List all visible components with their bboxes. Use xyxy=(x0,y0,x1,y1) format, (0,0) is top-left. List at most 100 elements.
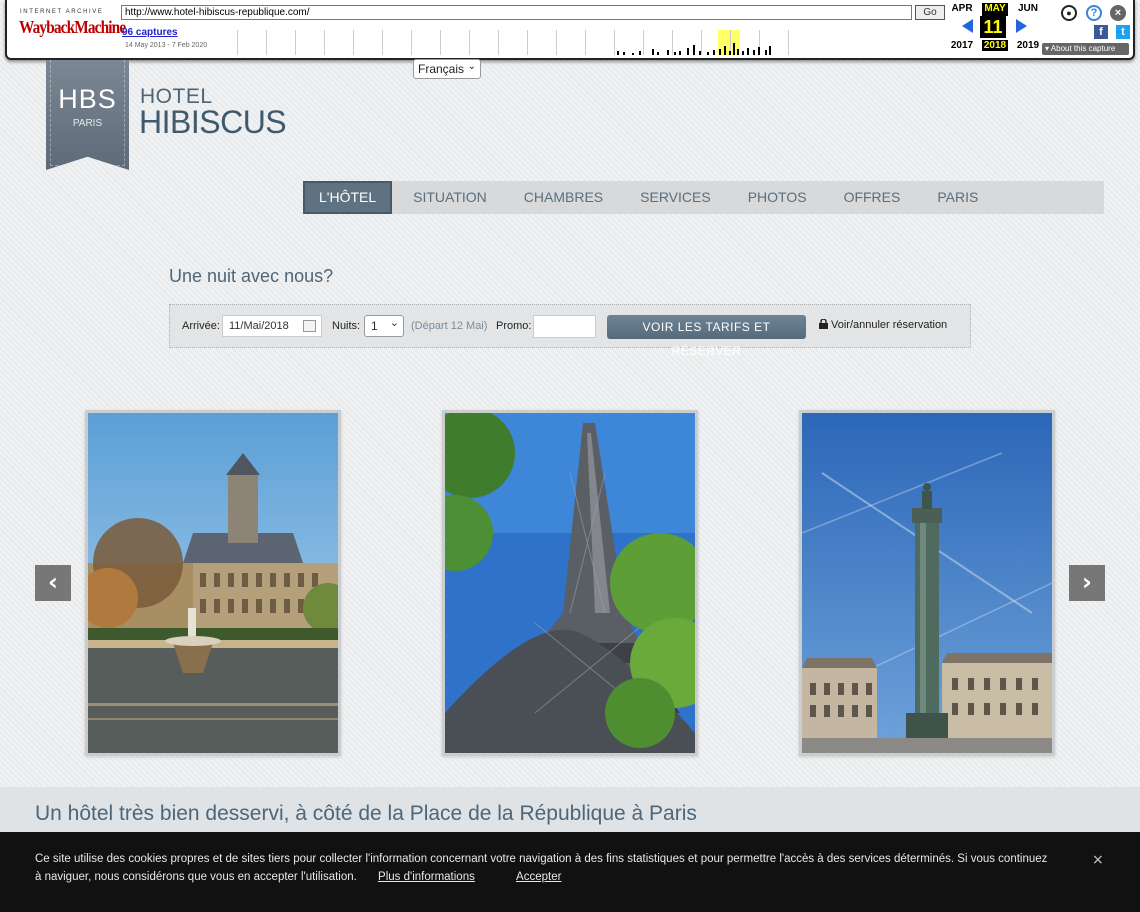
month-current: MAY xyxy=(982,3,1008,16)
photo-louvre[interactable] xyxy=(85,410,341,756)
carousel-next-button[interactable]: › xyxy=(1069,565,1105,601)
timeline-capture-bar xyxy=(652,49,654,55)
ribbon-sub-text: PARIS xyxy=(72,118,103,129)
ribbon-main-text: HBS xyxy=(58,84,117,114)
arrival-date-value: 11/Mai/2018 xyxy=(229,320,289,332)
arrival-label: Arrivée: xyxy=(182,320,220,332)
timeline-tick xyxy=(411,30,412,55)
prev-capture-icon[interactable] xyxy=(962,19,973,33)
nav-item-photos[interactable]: PHOTOS xyxy=(732,181,823,214)
timeline-capture-bar xyxy=(632,53,634,55)
timeline-tick xyxy=(353,30,354,55)
timeline-capture-bar xyxy=(617,51,619,55)
timeline-capture-bar xyxy=(758,47,760,55)
arrival-date-input[interactable]: 11/Mai/2018 xyxy=(222,315,322,337)
timeline-capture-bar xyxy=(707,52,709,55)
timeline-capture-bar xyxy=(742,51,744,55)
timeline-capture-bar xyxy=(747,48,749,55)
timeline-capture-bar xyxy=(667,50,669,55)
month-next[interactable]: JUN xyxy=(1015,3,1041,14)
timeline-capture-bar xyxy=(769,46,771,55)
manage-booking-link[interactable]: Voir/annuler réservation xyxy=(831,319,947,331)
wayback-logo[interactable]: WaybackMachine xyxy=(19,17,126,38)
promo-label: Promo: xyxy=(496,320,532,332)
main-nav: L'HÔTEL SITUATION CHAMBRES SERVICES PHOT… xyxy=(303,181,1104,214)
facebook-icon[interactable]: f xyxy=(1094,25,1108,39)
booking-bar: Arrivée: 11/Mai/2018 Nuits: 1 ⌄ (Départ … xyxy=(169,304,971,358)
photo-vendome[interactable] xyxy=(799,410,1055,756)
timeline-tick xyxy=(295,30,296,55)
nights-value: 1 xyxy=(371,319,378,333)
nights-select[interactable]: 1 ⌄ xyxy=(364,315,404,337)
vendome-image xyxy=(802,413,1052,753)
cookie-text-block: Ce site utilise des cookies propres et d… xyxy=(35,850,1055,886)
logo-ribbon[interactable]: HBS PARIS xyxy=(46,60,129,170)
timeline-tick xyxy=(440,30,441,55)
capture-day: 11 xyxy=(980,16,1006,38)
timeline-capture-bar xyxy=(729,51,731,55)
help-icon[interactable]: ? xyxy=(1086,5,1102,21)
timeline-tick xyxy=(672,30,673,55)
twitter-icon[interactable]: t xyxy=(1116,25,1130,39)
year-current: 2018 xyxy=(982,40,1008,51)
timeline-tick xyxy=(643,30,644,55)
timeline-capture-bar xyxy=(719,49,721,55)
calendar-icon[interactable] xyxy=(303,320,316,332)
month-prev[interactable]: APR xyxy=(949,3,975,14)
timeline-capture-bar xyxy=(679,51,681,55)
timeline-tick xyxy=(788,30,789,55)
nav-item-chambres[interactable]: CHAMBRES xyxy=(508,181,619,214)
timeline-tick xyxy=(614,30,615,55)
wayback-go-button[interactable]: Go xyxy=(915,5,945,20)
eiffel-image xyxy=(445,413,695,753)
timeline-capture-bar xyxy=(687,48,689,55)
timeline-tick xyxy=(498,30,499,55)
timeline-capture-bar xyxy=(765,50,767,55)
year-next[interactable]: 2019 xyxy=(1015,40,1041,51)
language-select[interactable]: Français ⌄ xyxy=(413,59,481,79)
timeline-capture-bar xyxy=(623,52,625,55)
cookie-close-icon[interactable]: × xyxy=(1092,852,1104,868)
carousel-prev-button[interactable]: ‹ xyxy=(35,565,71,601)
cookie-accept-link[interactable]: Accepter xyxy=(516,871,561,883)
timeline-tick xyxy=(266,30,267,55)
timeline-capture-bar xyxy=(753,50,755,55)
brand-name[interactable]: HIBISCUS xyxy=(139,104,287,141)
promo-input[interactable] xyxy=(533,315,596,338)
book-button[interactable]: VOIR LES TARIFS ET RÉSERVER xyxy=(607,315,806,358)
nav-item-services[interactable]: SERVICES xyxy=(624,181,727,214)
lock-icon xyxy=(819,319,828,329)
nav-item-hotel[interactable]: L'HÔTEL xyxy=(303,181,393,214)
timeline-tick xyxy=(556,30,557,55)
next-capture-icon[interactable] xyxy=(1016,19,1027,33)
timeline-tick xyxy=(527,30,528,55)
nav-item-paris[interactable]: PARIS xyxy=(921,181,994,214)
timeline-capture-bar xyxy=(724,46,726,55)
chevron-down-icon: ⌄ xyxy=(389,317,399,329)
year-prev[interactable]: 2017 xyxy=(949,40,975,51)
cookie-more-link[interactable]: Plus d'informations xyxy=(378,871,475,883)
timeline-capture-bar xyxy=(674,52,676,55)
wayback-timeline[interactable] xyxy=(227,30,805,55)
intro-title: Un hôtel très bien desservi, à côté de l… xyxy=(35,802,697,825)
nav-item-situation[interactable]: SITUATION xyxy=(397,181,503,214)
timeline-tick xyxy=(324,30,325,55)
close-icon[interactable]: × xyxy=(1110,5,1126,21)
wayback-url-input[interactable]: http://www.hotel-hibiscus-republique.com… xyxy=(121,5,912,20)
timeline-capture-bar xyxy=(639,51,641,55)
timeline-tick xyxy=(701,30,702,55)
timeline-capture-bar xyxy=(737,49,739,55)
nav-item-offres[interactable]: OFFRES xyxy=(828,181,917,214)
user-icon[interactable]: ● xyxy=(1061,5,1077,21)
timeline-capture-bar xyxy=(699,51,701,55)
cookie-banner: Ce site utilise des cookies propres et d… xyxy=(0,832,1140,912)
chevron-down-icon: ⌄ xyxy=(467,61,476,72)
timeline-tick xyxy=(585,30,586,55)
photo-eiffel[interactable] xyxy=(442,410,698,756)
about-capture-button[interactable]: ▾ About this capture xyxy=(1042,43,1129,55)
louvre-image xyxy=(88,413,338,753)
timeline-tick xyxy=(382,30,383,55)
wayback-captures-link[interactable]: 96 captures xyxy=(122,27,178,38)
wayback-toolbar: INTERNET ARCHIVE WaybackMachine http://w… xyxy=(5,0,1135,60)
timeline-capture-bar xyxy=(713,50,715,55)
